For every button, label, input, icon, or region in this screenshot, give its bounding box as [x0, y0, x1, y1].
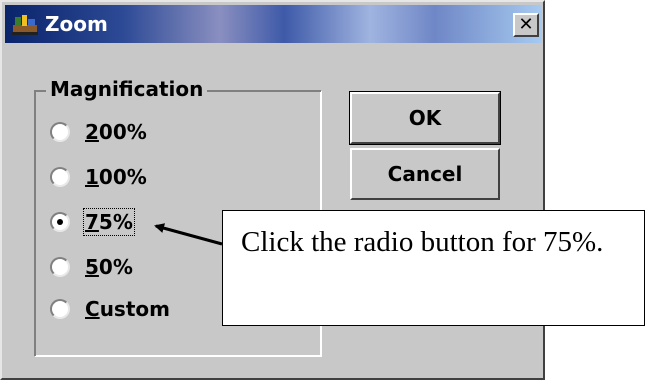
- instruction-callout: Click the radio button for 75%.: [222, 210, 645, 326]
- callout-arrow: [154, 223, 223, 246]
- callout-text: Click the radio button for 75%.: [241, 226, 604, 258]
